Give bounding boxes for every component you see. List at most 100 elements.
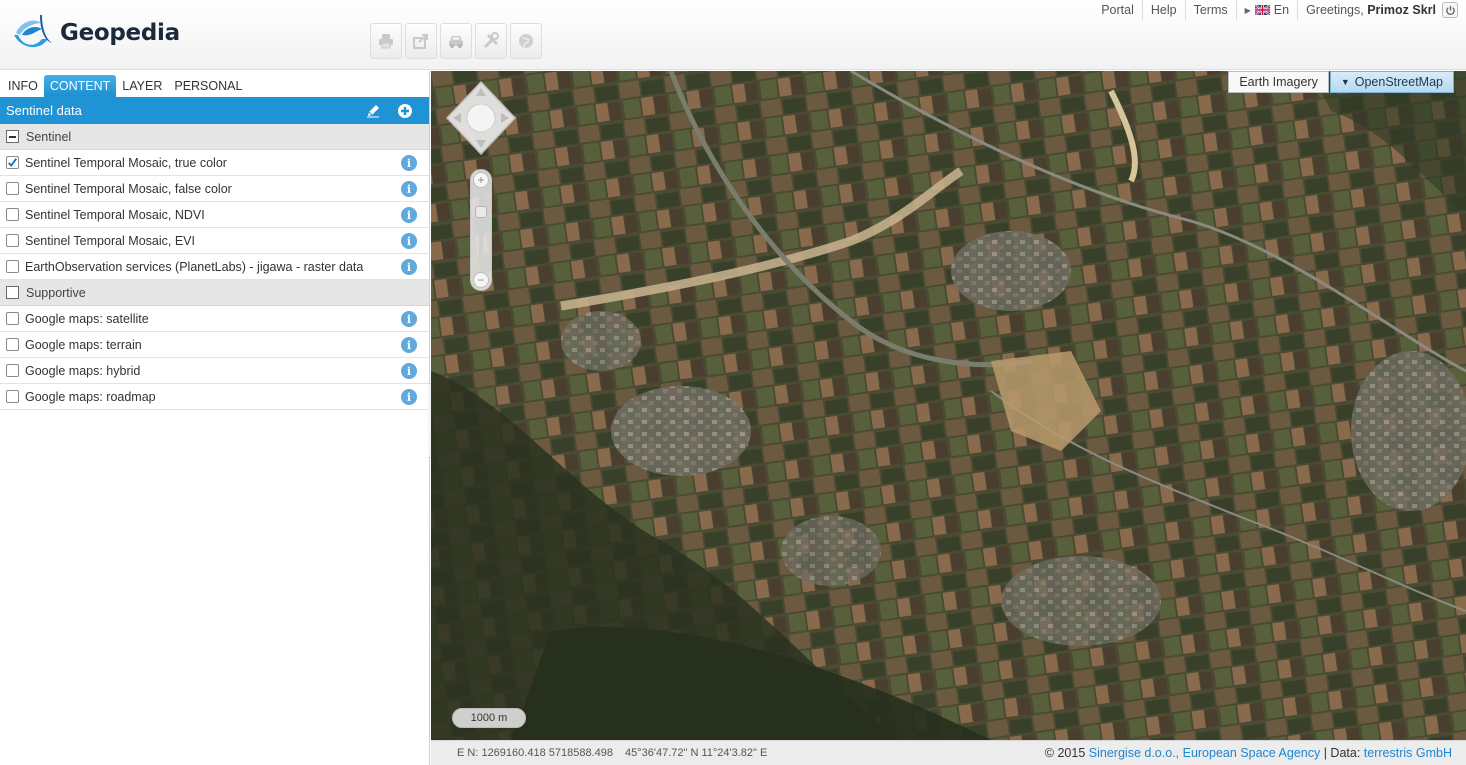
layer-item[interactable]: Sentinel Temporal Mosaic, false color i bbox=[0, 176, 429, 202]
status-bar: E N: 1269160.418 5718588.498 45°36'47.72… bbox=[431, 740, 1466, 765]
power-icon bbox=[1445, 5, 1455, 15]
divider bbox=[1235, 0, 1237, 20]
layer-label: Sentinel Temporal Mosaic, NDVI bbox=[25, 207, 205, 222]
uk-flag-icon bbox=[1254, 5, 1270, 15]
terms-link[interactable]: Terms bbox=[1194, 3, 1228, 17]
printer-icon bbox=[379, 34, 393, 49]
geographic-coordinates: 45°36'47.72" N 11°24'3.82" E bbox=[624, 747, 768, 759]
layer-item[interactable]: Sentinel Temporal Mosaic, EVI i bbox=[0, 228, 429, 254]
layer-checkbox[interactable] bbox=[6, 182, 19, 195]
edit-pencil-icon[interactable] bbox=[365, 103, 381, 119]
layer-checkbox[interactable] bbox=[6, 208, 19, 221]
layer-label: Google maps: roadmap bbox=[25, 389, 156, 404]
add-layer-icon[interactable] bbox=[397, 103, 413, 119]
layer-label: Google maps: satellite bbox=[25, 311, 149, 326]
group-actions bbox=[365, 103, 413, 119]
share-button[interactable] bbox=[405, 23, 437, 59]
globe-button[interactable] bbox=[510, 23, 542, 59]
logo-mark-icon bbox=[14, 15, 52, 48]
layer-checkbox[interactable] bbox=[6, 364, 19, 377]
layer-label: Sentinel Temporal Mosaic, true color bbox=[25, 155, 227, 170]
info-icon[interactable]: i bbox=[401, 233, 417, 249]
projected-coordinates: E N: 1269160.418 5718588.498 bbox=[457, 747, 613, 759]
dropdown-arrow-icon: ▶ bbox=[1244, 5, 1251, 15]
expand-toggle-icon[interactable] bbox=[6, 286, 19, 299]
zoom-in-button[interactable]: + bbox=[473, 172, 489, 188]
route-button[interactable] bbox=[440, 23, 472, 59]
layer-item[interactable]: Sentinel Temporal Mosaic, NDVI i bbox=[0, 202, 429, 228]
section-title: Supportive bbox=[26, 285, 86, 300]
logout-button[interactable] bbox=[1442, 2, 1458, 18]
data-label: | Data: bbox=[1323, 746, 1361, 760]
greeting-prefix: Greetings, bbox=[1306, 3, 1364, 17]
divider bbox=[1184, 0, 1186, 20]
chevron-down-icon: ▼ bbox=[1340, 77, 1350, 87]
credit-link-sinergise[interactable]: Sinergise d.o.o., bbox=[1089, 746, 1179, 760]
layer-label: EarthObservation services (PlanetLabs) -… bbox=[25, 259, 364, 274]
credit-link-esa[interactable]: European Space Agency bbox=[1183, 746, 1321, 760]
layer-item[interactable]: Sentinel Temporal Mosaic, true color i bbox=[0, 150, 429, 176]
share-icon bbox=[413, 34, 428, 49]
group-header: Sentinel data bbox=[0, 97, 429, 124]
layer-checkbox[interactable] bbox=[6, 390, 19, 403]
attribution: © 2015 Sinergise d.o.o., European Space … bbox=[1045, 746, 1452, 760]
zoom-track[interactable] bbox=[479, 192, 483, 266]
checkmark-icon bbox=[8, 158, 18, 167]
panel-tabs: INFO CONTENT LAYER PERSONAL bbox=[0, 71, 429, 97]
info-icon[interactable]: i bbox=[401, 363, 417, 379]
tab-personal[interactable]: PERSONAL bbox=[168, 75, 248, 97]
layer-label: Sentinel Temporal Mosaic, EVI bbox=[25, 233, 195, 248]
zoom-out-button[interactable]: − bbox=[473, 272, 489, 288]
top-navigation: Portal Help Terms ▶ En Greetings, Primoz… bbox=[1101, 0, 1458, 20]
coordinate-readout: E N: 1269160.418 5718588.498 45°36'47.72… bbox=[457, 747, 767, 759]
tab-layer[interactable]: LAYER bbox=[116, 75, 168, 97]
layer-item[interactable]: Google maps: terrain i bbox=[0, 332, 429, 358]
layer-item[interactable]: Google maps: satellite i bbox=[0, 306, 429, 332]
info-icon[interactable]: i bbox=[401, 155, 417, 171]
geopedia-logo[interactable]: Geopedia bbox=[12, 13, 180, 53]
language-label: En bbox=[1273, 3, 1290, 17]
copyright-text: © 2015 bbox=[1044, 746, 1086, 760]
section-supportive[interactable]: Supportive bbox=[0, 280, 429, 306]
info-icon[interactable]: i bbox=[401, 259, 417, 275]
credit-link-terrestris[interactable]: terrestris GmbH bbox=[1364, 746, 1452, 760]
layer-label: Sentinel Temporal Mosaic, false color bbox=[25, 181, 232, 196]
section-sentinel[interactable]: Sentinel bbox=[0, 124, 429, 150]
info-icon[interactable]: i bbox=[401, 389, 417, 405]
app-name: Geopedia bbox=[60, 20, 180, 46]
layer-checkbox[interactable] bbox=[6, 260, 19, 273]
help-link[interactable]: Help bbox=[1151, 3, 1177, 17]
tab-info[interactable]: INFO bbox=[2, 75, 44, 97]
collapse-toggle-icon[interactable] bbox=[6, 130, 19, 143]
user-greeting: Greetings, Primoz Skrl bbox=[1306, 3, 1436, 17]
basemap-earth-imagery[interactable]: Earth Imagery bbox=[1228, 71, 1329, 93]
info-icon[interactable]: i bbox=[401, 337, 417, 353]
layer-checkbox[interactable] bbox=[6, 338, 19, 351]
layer-checkbox[interactable] bbox=[6, 234, 19, 247]
layer-label: Google maps: hybrid bbox=[25, 363, 141, 378]
tools-button[interactable] bbox=[475, 23, 507, 59]
layer-checkbox[interactable] bbox=[6, 156, 19, 169]
print-button[interactable] bbox=[370, 23, 402, 59]
zoom-slider[interactable]: + − bbox=[470, 169, 492, 291]
info-icon[interactable]: i bbox=[401, 207, 417, 223]
pan-control[interactable] bbox=[443, 80, 519, 156]
basemap-openstreetmap[interactable]: ▼ OpenStreetMap bbox=[1329, 71, 1454, 93]
portal-link[interactable]: Portal bbox=[1101, 3, 1134, 17]
layer-checkbox[interactable] bbox=[6, 312, 19, 325]
map-view[interactable]: Earth Imagery ▼ OpenStreetMap + − 1000 m bbox=[431, 71, 1466, 740]
layer-item[interactable]: EarthObservation services (PlanetLabs) -… bbox=[0, 254, 429, 280]
language-selector[interactable]: ▶ En bbox=[1245, 3, 1289, 17]
zoom-thumb[interactable] bbox=[475, 206, 487, 218]
car-icon bbox=[449, 36, 463, 48]
info-icon[interactable]: i bbox=[401, 311, 417, 327]
globe-icon bbox=[519, 34, 533, 48]
tab-content[interactable]: CONTENT bbox=[43, 75, 117, 97]
info-icon[interactable]: i bbox=[401, 181, 417, 197]
scale-bar: 1000 m bbox=[452, 708, 526, 728]
layer-item[interactable]: Google maps: hybrid i bbox=[0, 358, 429, 384]
user-name[interactable]: Primoz Skrl bbox=[1367, 3, 1436, 17]
layer-item[interactable]: Google maps: roadmap i bbox=[0, 384, 429, 410]
tools-icon bbox=[483, 32, 499, 49]
section-title: Sentinel bbox=[26, 129, 72, 144]
